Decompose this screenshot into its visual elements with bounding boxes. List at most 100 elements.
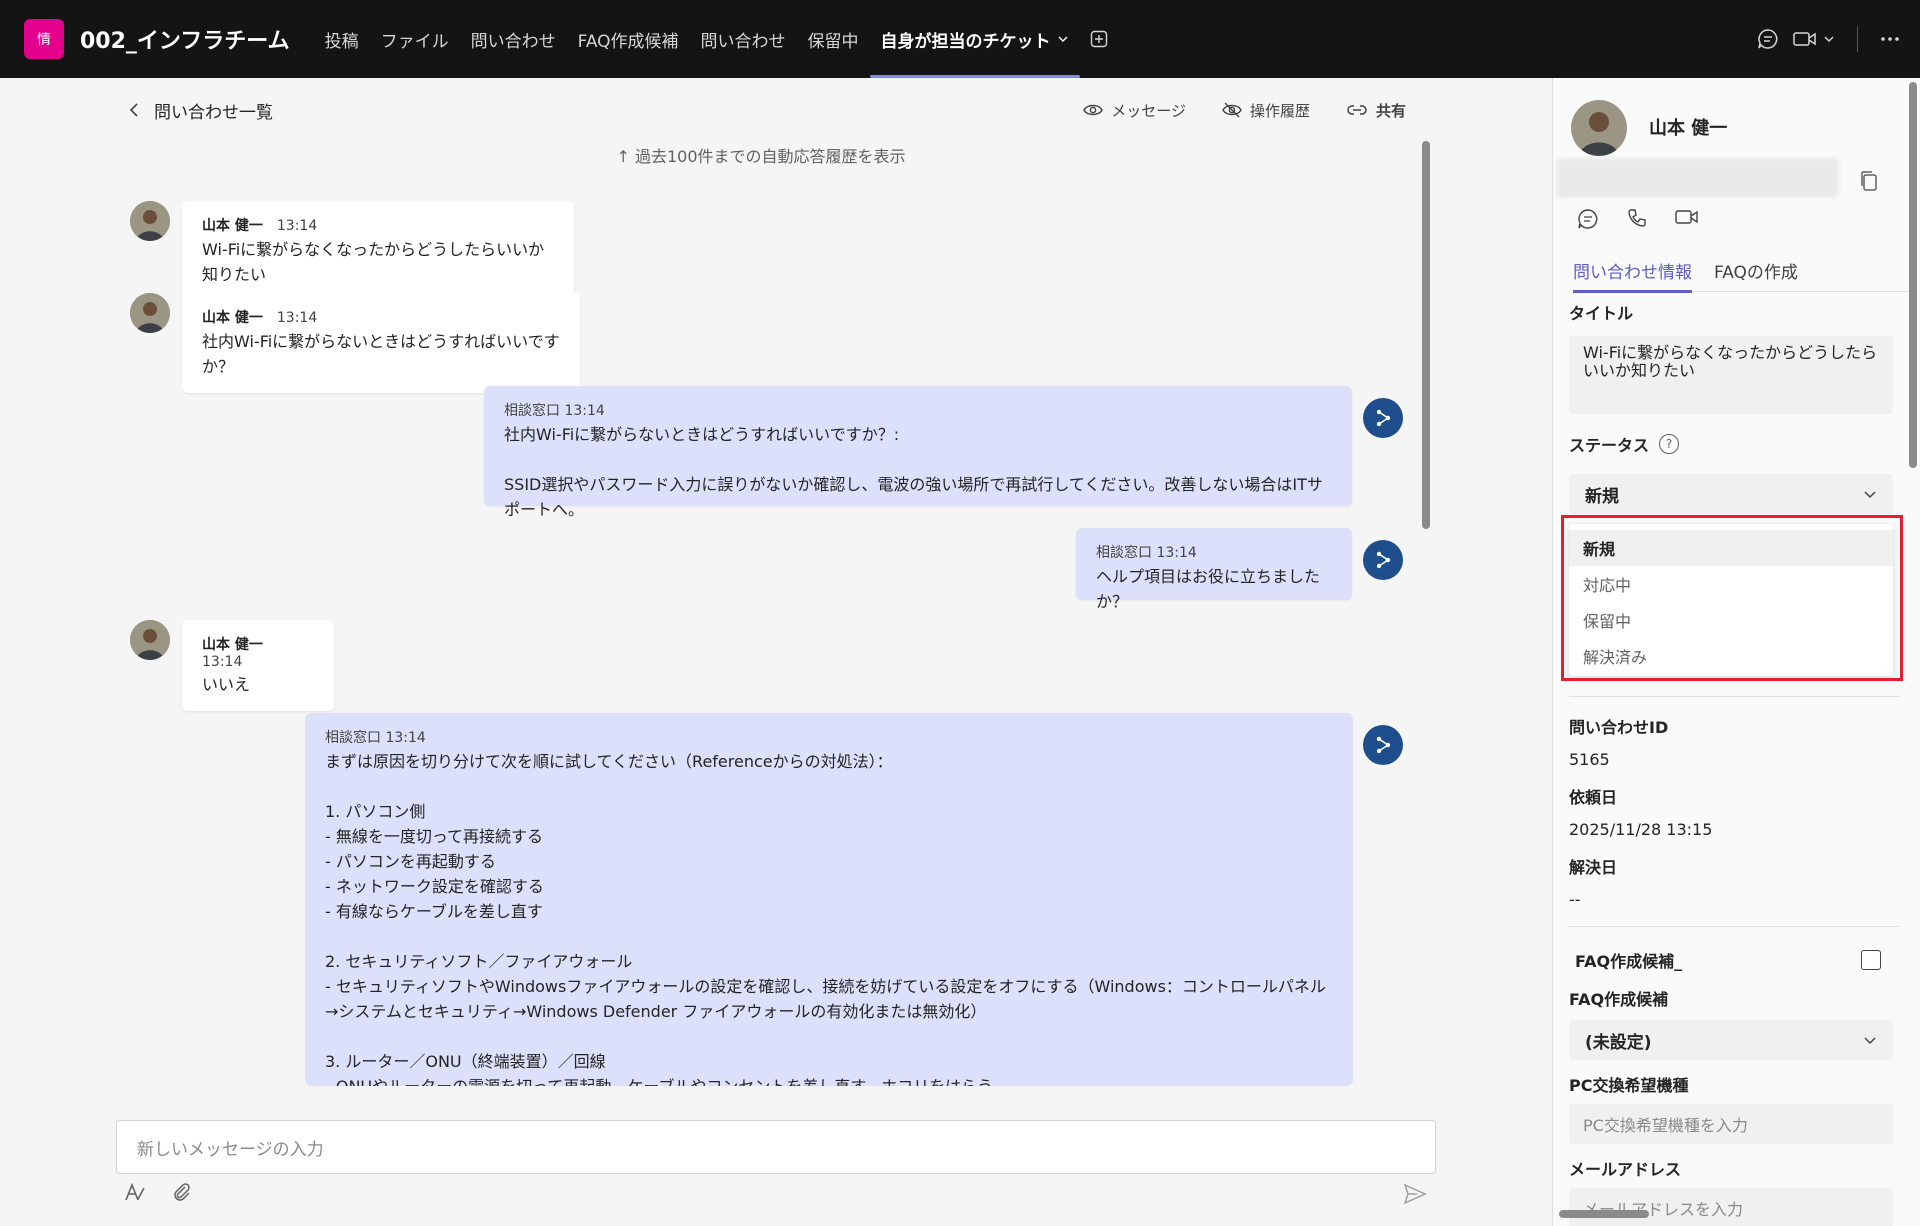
redacted-email — [1557, 158, 1839, 198]
back-label: 問い合わせ一覧 — [154, 102, 273, 123]
panel-horizontal-scrollbar[interactable] — [1559, 1210, 1649, 1218]
tab-my-tickets[interactable]: 自身が担当のチケット — [869, 0, 1080, 78]
bot-avatar — [1363, 725, 1403, 765]
user-name: 山本 健一 — [1649, 118, 1728, 139]
tab-on-hold[interactable]: 保留中 — [797, 0, 870, 78]
more-options-icon[interactable] — [1880, 36, 1900, 42]
email-input[interactable]: メールアドレスを入力 — [1569, 1188, 1893, 1226]
sender-name: 山本 健一 — [202, 637, 263, 653]
message-text: いいえ — [202, 675, 251, 694]
chevron-down-icon — [1057, 33, 1069, 45]
top-bar: 情 002_インフラチーム 投稿 ファイル 問い合わせ FAQ作成候補 問い合わ… — [0, 0, 1920, 78]
message-text: まずは原因を切り分けて次を順に試してください（Referenceからの対処法）：… — [325, 752, 1326, 1086]
panel-tabs: 問い合わせ情報 FAQの作成 — [1573, 248, 1913, 293]
request-date-value: 2025/11/28 13:15 — [1569, 820, 1713, 839]
operation-history-label: 操作履歴 — [1249, 101, 1310, 120]
message-bubble: 山本 健一13:14 いいえ — [182, 620, 334, 711]
message-meta: 山本 健一13:14 — [202, 634, 314, 670]
message-view-button[interactable]: メッセージ — [1083, 100, 1186, 121]
show-auto-reply-history-link[interactable]: ↑ 過去100件までの自動応答履歴を表示 — [116, 143, 1406, 167]
message-text: 社内Wi-Fiに繋がらないときはどうすればいいですか？ — [202, 332, 560, 376]
tab-inquiry-info[interactable]: 問い合わせ情報 — [1573, 248, 1692, 293]
video-icon[interactable] — [1675, 208, 1699, 230]
channel-tabs: 投稿 ファイル 問い合わせ FAQ作成候補 問い合わせ 保留中 自身が担当のチケ… — [314, 0, 1118, 78]
status-label: ステータス — [1569, 436, 1650, 455]
message-incoming: 山本 健一13:14 いいえ — [130, 620, 334, 711]
message-incoming: 山本 健一 13:14 Wi-Fiに繋がらなくなったからどうしたらいいか知りたい — [130, 201, 574, 301]
chat-header: 問い合わせ一覧 メッセージ 操作履歴 共有 — [116, 78, 1406, 142]
team-name[interactable]: 002_インフラチーム — [80, 23, 290, 55]
tab-label: 問い合わせ — [700, 31, 786, 52]
sender-name: 山本 健一 — [202, 218, 263, 234]
highlight-box — [1561, 515, 1903, 681]
add-tab-button[interactable] — [1080, 0, 1118, 78]
tab-files[interactable]: ファイル — [370, 0, 460, 78]
message-meta: 相談窓口 13:14 — [1096, 545, 1197, 561]
faq-candidate-check-label: FAQ作成候補_ — [1575, 952, 1683, 971]
divider — [1569, 696, 1899, 697]
tab-label: 投稿 — [324, 31, 359, 52]
bot-icon — [1376, 551, 1391, 569]
status-label-row: ステータス ? — [1569, 432, 1680, 456]
tab-label: 自身が担当のチケット — [880, 31, 1051, 52]
request-date-label: 依頼日 — [1569, 788, 1618, 807]
phone-icon[interactable] — [1627, 208, 1647, 230]
pc-model-label: PC交換希望機種 — [1569, 1076, 1689, 1095]
eye-icon — [1083, 104, 1104, 116]
chevron-left-icon — [129, 103, 138, 117]
chat-bubble-icon[interactable] — [1757, 28, 1779, 50]
faq-candidate-select[interactable]: (未設定) — [1569, 1020, 1893, 1060]
avatar[interactable] — [130, 293, 170, 333]
user-avatar[interactable] — [1571, 100, 1627, 156]
copy-icon[interactable] — [1859, 170, 1879, 192]
bot-avatar — [1363, 398, 1403, 438]
message-meta: 山本 健一 13:14 — [202, 215, 554, 235]
divider — [1857, 26, 1858, 52]
tab-label: ファイル — [380, 31, 449, 52]
tab-faq-create[interactable]: FAQの作成 — [1714, 248, 1798, 292]
tab-posts[interactable]: 投稿 — [314, 0, 370, 78]
tab-inquiries[interactable]: 問い合わせ — [460, 0, 567, 78]
inquiry-id-label: 問い合わせID — [1569, 718, 1669, 737]
message-text: ヘルプ項目はお役に立ちましたか？ — [1096, 567, 1321, 611]
panel-scrollbar[interactable] — [1909, 82, 1917, 468]
bot-icon — [1376, 736, 1391, 754]
tab-faq-candidates[interactable]: FAQ作成候補 — [567, 0, 690, 78]
message-time: 13:14 — [276, 310, 318, 326]
share-label: 共有 — [1375, 101, 1406, 120]
divider — [1569, 926, 1899, 927]
compose-toolbar — [124, 1182, 192, 1202]
resolved-date-label: 解決日 — [1569, 858, 1618, 877]
title-label: タイトル — [1569, 304, 1634, 323]
share-button[interactable]: 共有 — [1346, 100, 1406, 121]
message-time: 13:14 — [276, 218, 318, 234]
faq-candidate-checkbox[interactable] — [1861, 950, 1881, 970]
avatar[interactable] — [130, 620, 170, 660]
status-selected-value: 新規 — [1585, 486, 1619, 507]
message-input[interactable]: 新しいメッセージの入力 — [116, 1120, 1436, 1174]
message-time: 13:14 — [202, 654, 243, 670]
email-label: メールアドレス — [1569, 1160, 1682, 1179]
status-select[interactable]: 新規 — [1569, 474, 1893, 514]
message-view-label: メッセージ — [1111, 101, 1186, 120]
operation-history-button[interactable]: 操作履歴 — [1222, 100, 1310, 121]
chat-icon[interactable] — [1577, 208, 1599, 230]
plus-square-icon — [1090, 30, 1107, 48]
team-avatar[interactable]: 情 — [24, 19, 64, 59]
title-textarea[interactable]: Wi-Fiに繋がらなくなったからどうしたらいいか知りたい — [1569, 336, 1893, 414]
help-icon[interactable]: ? — [1659, 434, 1680, 454]
video-call-button[interactable] — [1793, 30, 1835, 48]
pc-model-input[interactable]: PC交換希望機種を入力 — [1569, 1104, 1893, 1144]
inquiry-detail-panel: 山本 健一 問い合わせ情報 FAQの作成 タイトル Wi-Fiに繋がらなくなった… — [1552, 78, 1920, 1226]
attach-icon[interactable] — [172, 1182, 192, 1202]
bot-icon — [1376, 409, 1391, 427]
tab-inquiries-2[interactable]: 問い合わせ — [690, 0, 797, 78]
send-icon[interactable] — [1403, 1183, 1427, 1205]
top-right-actions — [1757, 0, 1900, 78]
chat-scrollbar[interactable] — [1422, 141, 1430, 529]
faq-candidate-selected-value: (未設定) — [1585, 1032, 1652, 1053]
format-icon[interactable] — [124, 1182, 146, 1202]
avatar[interactable] — [130, 201, 170, 241]
message-meta: 相談窓口 13:14 — [504, 403, 605, 419]
back-to-list-button[interactable]: 問い合わせ一覧 — [128, 98, 273, 123]
